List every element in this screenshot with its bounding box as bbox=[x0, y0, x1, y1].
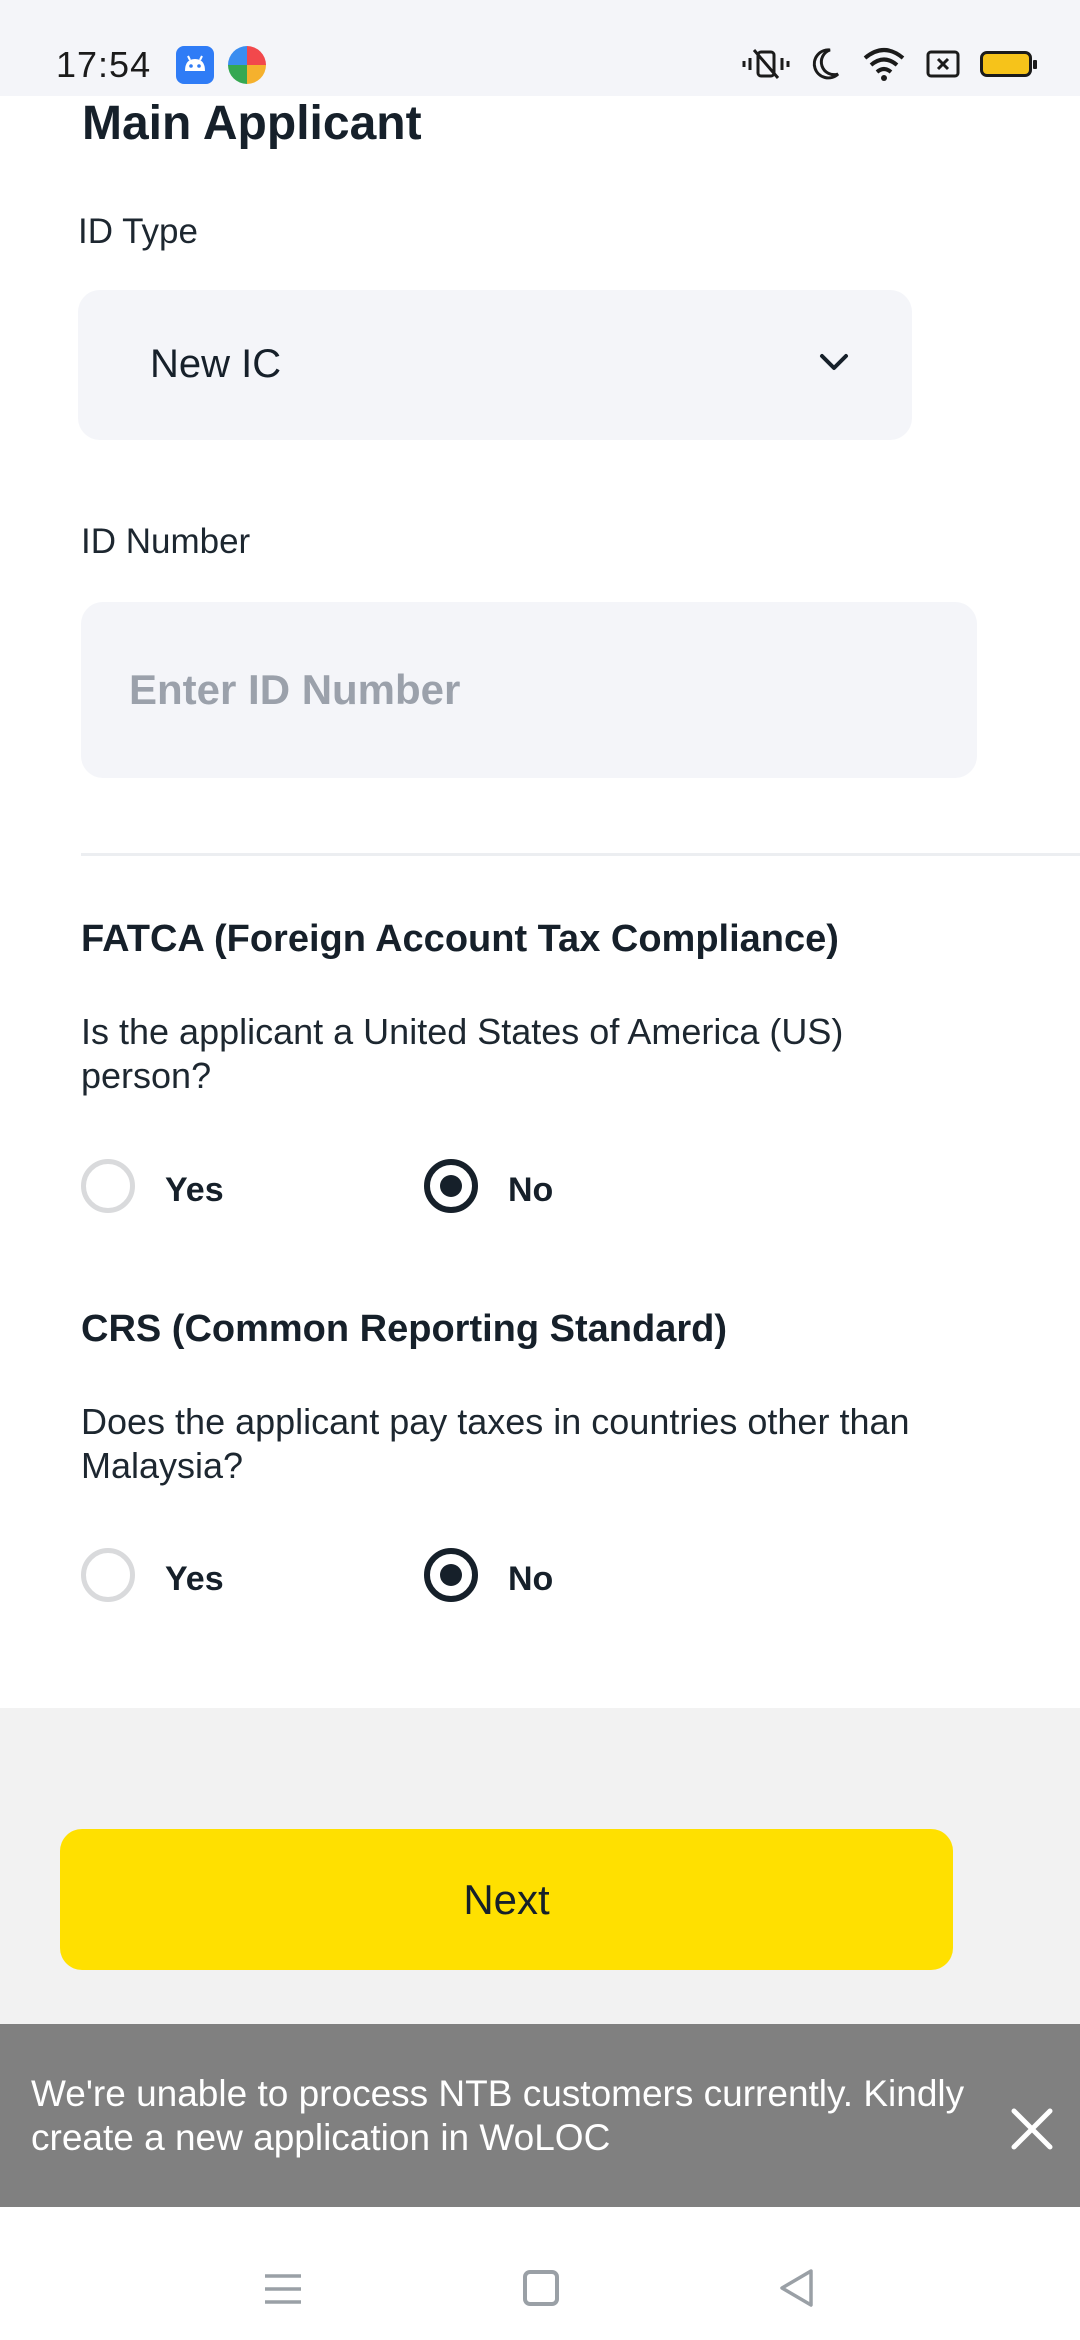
fatca-no-label[interactable]: No bbox=[508, 1171, 553, 1210]
fatca-no-radio[interactable] bbox=[424, 1159, 478, 1213]
crs-yes-label[interactable]: Yes bbox=[165, 1560, 224, 1599]
moon-icon bbox=[812, 48, 840, 80]
fatca-question: Is the applicant a United States of Amer… bbox=[81, 1011, 844, 1096]
crs-yes-radio[interactable] bbox=[81, 1548, 135, 1602]
crs-question: Does the applicant pay taxes in countrie… bbox=[81, 1401, 910, 1486]
crs-title: CRS (Common Reporting Standard) bbox=[81, 1308, 727, 1350]
id-type-select[interactable]: New IC bbox=[78, 290, 912, 440]
id-type-value: New IC bbox=[150, 342, 282, 386]
system-nav-bar bbox=[0, 2207, 1080, 2340]
page-title: Main Applicant bbox=[82, 97, 422, 150]
id-type-label: ID Type bbox=[78, 212, 198, 251]
wifi-icon bbox=[863, 48, 905, 81]
id-number-label: ID Number bbox=[81, 522, 251, 561]
chevron-down-icon bbox=[820, 354, 848, 370]
android-app-icon bbox=[176, 46, 214, 84]
status-time: 17:54 bbox=[56, 44, 152, 85]
id-number-input[interactable] bbox=[81, 602, 977, 778]
divider bbox=[81, 853, 1080, 856]
fatca-yes-radio[interactable] bbox=[81, 1159, 135, 1213]
crs-no-label[interactable]: No bbox=[508, 1560, 553, 1599]
battery-icon bbox=[980, 51, 1037, 77]
fatca-yes-label[interactable]: Yes bbox=[165, 1171, 224, 1210]
status-bar: 17:54 bbox=[0, 0, 1080, 96]
status-icons bbox=[742, 44, 1037, 84]
next-button[interactable]: Next bbox=[60, 1829, 953, 1970]
vibrate-icon bbox=[742, 49, 790, 79]
home-icon[interactable] bbox=[523, 2270, 559, 2306]
crs-no-radio[interactable] bbox=[424, 1548, 478, 1602]
fatca-title: FATCA (Foreign Account Tax Compliance) bbox=[81, 918, 839, 960]
toast-notification: We're unable to process NTB customers cu… bbox=[0, 2024, 1080, 2207]
close-icon[interactable] bbox=[1005, 2102, 1059, 2156]
screen-icon bbox=[926, 50, 960, 78]
colorful-app-icon bbox=[228, 46, 266, 84]
menu-icon[interactable] bbox=[265, 2272, 301, 2306]
back-icon[interactable] bbox=[777, 2267, 815, 2309]
toast-message: We're unable to process NTB customers cu… bbox=[31, 2073, 965, 2158]
